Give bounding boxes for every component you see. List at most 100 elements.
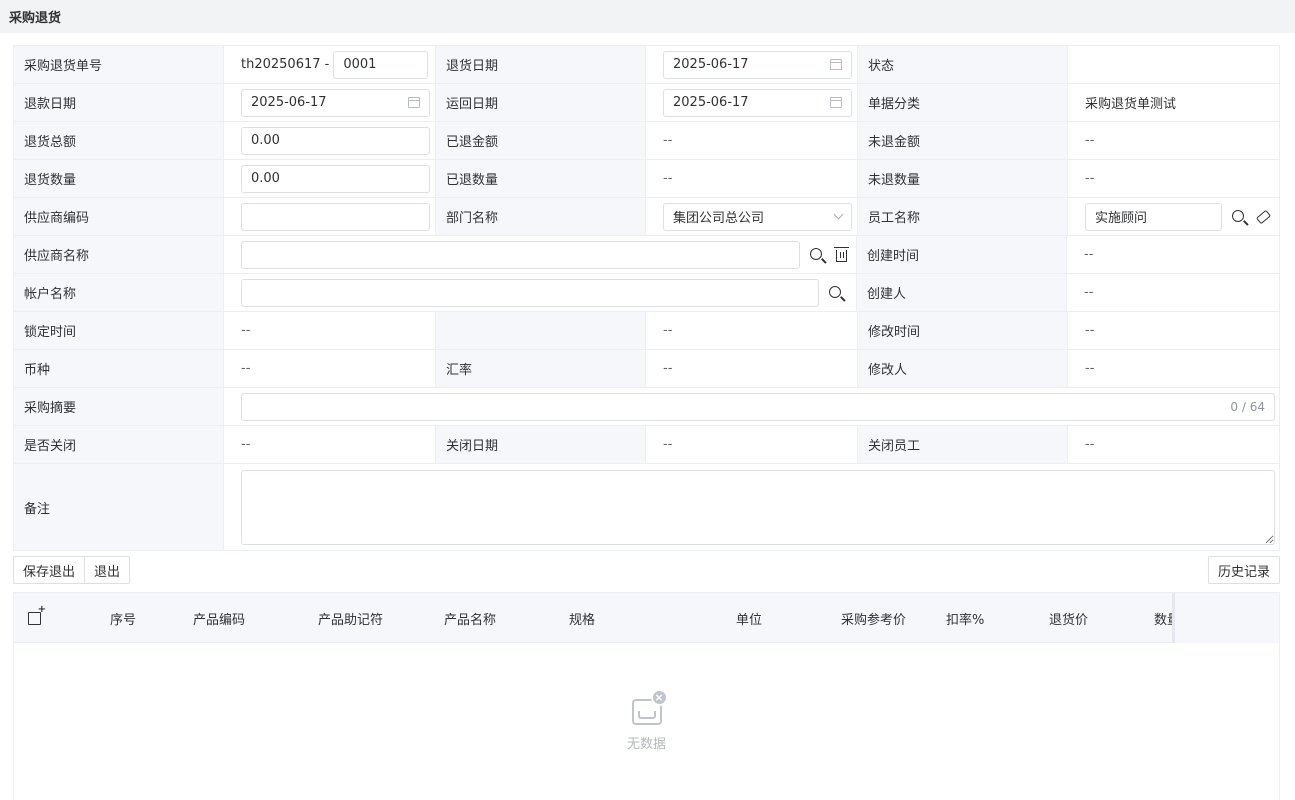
employee-search-button[interactable] xyxy=(1228,206,1250,228)
exchange-rate-value: -- xyxy=(646,350,858,387)
column-header[interactable]: 数量 xyxy=(1154,593,1172,643)
supplier-name-label: 供应商名称 xyxy=(14,236,224,273)
column-header[interactable]: 单位 xyxy=(736,593,762,643)
column-header[interactable]: 规格 xyxy=(569,593,595,643)
return-date-value: 2025-06-17 xyxy=(673,57,749,72)
column-header[interactable]: 产品名称 xyxy=(444,593,496,643)
column-header[interactable]: 产品助记符 xyxy=(318,593,383,643)
exit-button[interactable]: 退出 xyxy=(85,556,131,584)
return-qty-label: 退货数量 xyxy=(14,160,224,197)
column-header[interactable]: 采购参考价 xyxy=(841,593,906,643)
column-header[interactable]: 退货价 xyxy=(1049,593,1088,643)
modifier-value: -- xyxy=(1085,361,1095,376)
form-row: 退款日期 2025-06-17 运回日期 2025-06-17 单据分类 采购退… xyxy=(14,84,1279,122)
return-no-suffix-value: 0001 xyxy=(343,57,377,72)
refund-date-value: 2025-06-17 xyxy=(251,95,327,110)
blank-label xyxy=(436,312,646,349)
dept-value: 集团公司总公司 xyxy=(673,211,765,226)
summary-label: 采购摘要 xyxy=(14,388,224,425)
return-no-cell: th20250617 - 0001 xyxy=(224,46,436,83)
supplier-code-label: 供应商编码 xyxy=(14,198,224,235)
refund-date-label: 退款日期 xyxy=(14,84,224,121)
employee-input[interactable]: 实施顾问 xyxy=(1085,202,1222,231)
empty-inbox-icon: × xyxy=(630,689,668,727)
summary-input[interactable]: 0 / 64 xyxy=(241,392,1275,421)
calendar-icon xyxy=(830,97,842,108)
column-settings-button[interactable] xyxy=(28,593,46,643)
remark-cell xyxy=(224,464,1279,550)
unrefunded-amount-label: 未退金额 xyxy=(858,122,1068,159)
supplier-name-input[interactable] xyxy=(241,240,801,269)
currency-label: 币种 xyxy=(14,350,224,387)
ship-back-date-value: 2025-06-17 xyxy=(673,95,749,110)
history-button[interactable]: 历史记录 xyxy=(1207,556,1280,584)
blank-value: -- xyxy=(646,312,858,349)
action-button-group: 保存退出 退出 xyxy=(13,556,1280,584)
created-time-value: -- xyxy=(1084,247,1094,262)
account-search-button[interactable] xyxy=(825,282,847,304)
refund-date-picker[interactable]: 2025-06-17 xyxy=(241,88,430,117)
return-total-value: 0.00 xyxy=(251,133,280,148)
column-header[interactable]: 序号 xyxy=(110,593,136,643)
return-form: 采购退货单号 th20250617 - 0001 退货日期 2025-06-17… xyxy=(13,45,1280,551)
dept-label: 部门名称 xyxy=(436,198,646,235)
form-row: 供应商编码 部门名称 集团公司总公司 员工名称 实施顾问 xyxy=(14,198,1279,236)
return-total-label: 退货总额 xyxy=(14,122,224,159)
exchange-rate-label: 汇率 xyxy=(436,350,646,387)
employee-value: 实施顾问 xyxy=(1095,211,1148,226)
closed-label: 是否关闭 xyxy=(14,426,224,463)
add-column-icon xyxy=(28,604,46,625)
unreturned-qty-label: 未退数量 xyxy=(858,160,1068,197)
ship-back-date-label: 运回日期 xyxy=(436,84,646,121)
account-name-cell xyxy=(224,274,857,311)
unrefunded-amount-value: -- xyxy=(1085,133,1095,148)
remark-label: 备注 xyxy=(14,464,224,550)
search-icon xyxy=(810,247,823,260)
action-toolbar: 保存退出 退出 历史记录 xyxy=(13,556,1280,584)
calendar-icon xyxy=(408,97,420,108)
product-grid: 序号 产品编码 产品助记符 产品名称 规格 单位 采购参考价 扣率% 退货价 数… xyxy=(13,592,1280,800)
return-no-suffix-input[interactable]: 0001 xyxy=(333,50,429,79)
return-qty-input[interactable]: 0.00 xyxy=(241,164,430,193)
doc-category-label: 单据分类 xyxy=(858,84,1068,121)
employee-cell: 实施顾问 xyxy=(1068,198,1279,235)
supplier-name-cell xyxy=(224,236,857,273)
eraser-icon xyxy=(1255,209,1271,224)
column-header[interactable]: 扣率% xyxy=(946,593,984,643)
refunded-amount-value: -- xyxy=(646,122,858,159)
chevron-down-icon xyxy=(833,209,844,220)
employee-clear-button[interactable] xyxy=(1252,206,1274,228)
save-exit-button[interactable]: 保存退出 xyxy=(13,556,86,584)
creator-label: 创建人 xyxy=(857,274,1067,311)
form-row: 备注 xyxy=(14,464,1279,550)
returned-qty-value: -- xyxy=(646,160,858,197)
form-row: 是否关闭 -- 关闭日期 -- 关闭员工 -- xyxy=(14,426,1279,464)
form-row: 退货总额 0.00 已退金额 -- 未退金额 -- xyxy=(14,122,1279,160)
account-name-label: 帐户名称 xyxy=(14,274,224,311)
supplier-code-input[interactable] xyxy=(241,202,430,231)
close-employee-label: 关闭员工 xyxy=(858,426,1068,463)
form-row: 采购摘要 0 / 64 xyxy=(14,388,1279,426)
search-icon xyxy=(1232,209,1244,222)
dept-select[interactable]: 集团公司总公司 xyxy=(663,202,852,231)
supplier-search-button[interactable] xyxy=(806,244,828,266)
creator-value: -- xyxy=(1084,285,1094,300)
form-row: 帐户名称 创建人 -- xyxy=(14,274,1279,312)
supplier-delete-button[interactable] xyxy=(830,244,852,266)
ship-back-date-cell: 2025-06-17 xyxy=(646,84,858,121)
refunded-amount-label: 已退金额 xyxy=(436,122,646,159)
return-total-input[interactable]: 0.00 xyxy=(241,126,430,155)
return-qty-value: 0.00 xyxy=(251,171,280,186)
search-icon xyxy=(829,285,841,298)
created-time-label: 创建时间 xyxy=(857,236,1067,273)
account-name-input[interactable] xyxy=(241,278,819,307)
modified-time-label: 修改时间 xyxy=(858,312,1068,349)
ship-back-date-picker[interactable]: 2025-06-17 xyxy=(663,88,852,117)
close-date-label: 关闭日期 xyxy=(436,426,646,463)
remark-textarea[interactable] xyxy=(241,469,1275,545)
fixed-column-area xyxy=(1175,593,1279,643)
doc-category-value: 采购退货单测试 xyxy=(1085,97,1177,112)
return-date-picker[interactable]: 2025-06-17 xyxy=(663,50,852,79)
column-header[interactable]: 产品编码 xyxy=(193,593,245,643)
return-date-label: 退货日期 xyxy=(436,46,646,83)
